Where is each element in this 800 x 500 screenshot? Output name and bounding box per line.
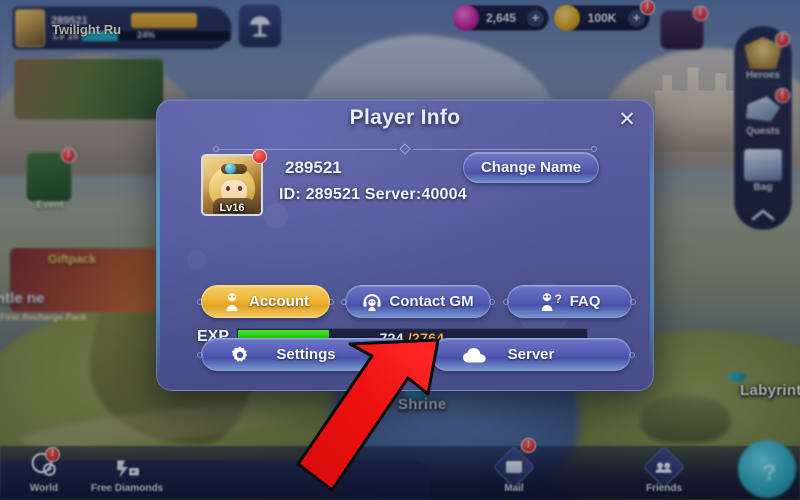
dialog-title: Player Info xyxy=(349,106,461,129)
game-screen: Shrine Labyrinth 289521 Lv 16 24% xyxy=(0,0,800,500)
avatar-goggle-lens xyxy=(225,163,236,174)
headset-icon xyxy=(362,292,382,312)
avatar-notification-dot xyxy=(252,149,267,164)
button-hinge-left xyxy=(197,298,203,305)
annotation-arrow xyxy=(296,338,506,500)
avatar-eye-left xyxy=(226,186,230,191)
avatar[interactable]: Lv16 xyxy=(201,154,263,216)
player-id-server: ID: 289521 Server:40004 xyxy=(279,186,467,203)
button-hinge-right xyxy=(630,298,636,305)
divider-cap-right xyxy=(591,146,597,152)
player-name: 289521 xyxy=(285,158,342,177)
divider-line-left xyxy=(219,148,398,150)
avatar-eye-right xyxy=(238,186,242,191)
gear-icon xyxy=(230,345,250,365)
svg-text:?: ? xyxy=(554,292,561,306)
contact-gm-button[interactable]: Contact GM xyxy=(341,285,495,318)
faq-button[interactable]: ? FAQ xyxy=(503,285,636,318)
account-button[interactable]: Account xyxy=(197,285,334,318)
divider-line-right xyxy=(412,148,591,150)
button-hinge-right xyxy=(489,298,495,305)
button-hinge-right xyxy=(629,351,635,358)
change-name-button[interactable]: Change Name xyxy=(462,152,599,183)
person-question-icon: ? xyxy=(539,292,563,312)
close-icon[interactable]: ✕ xyxy=(615,109,639,133)
account-button-label: Account xyxy=(249,293,309,310)
divider-diamond xyxy=(399,143,411,155)
button-hinge-left xyxy=(197,351,203,358)
avatar-level-badge: Lv16 xyxy=(219,202,245,214)
faq-button-label: FAQ xyxy=(569,293,601,310)
button-hinge-left xyxy=(503,298,509,305)
button-hinge-right xyxy=(328,298,334,305)
person-icon xyxy=(222,292,242,312)
contact-gm-button-label: Contact GM xyxy=(389,293,474,310)
server-button-label: Server xyxy=(507,346,555,363)
button-hinge-left xyxy=(341,298,347,305)
